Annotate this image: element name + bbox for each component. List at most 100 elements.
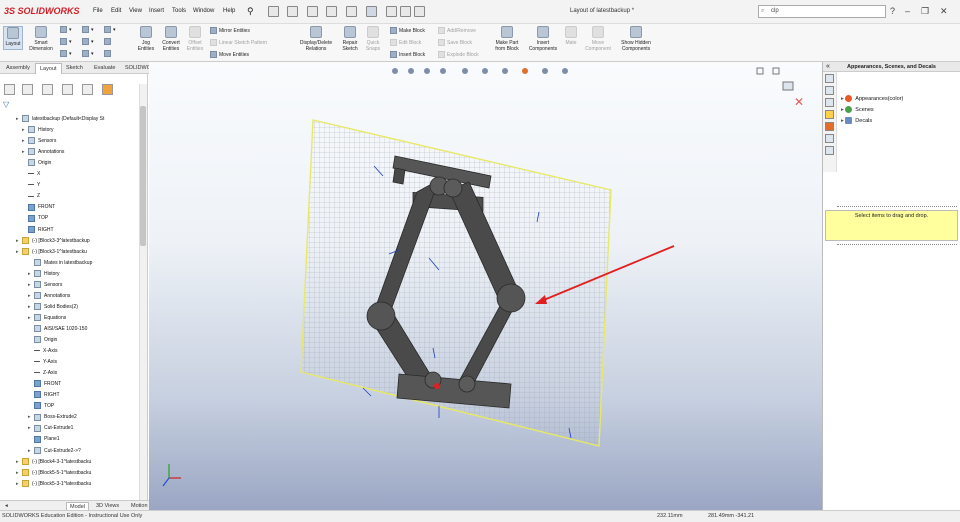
edit-appearance-icon[interactable]	[522, 68, 528, 74]
file-properties-icon[interactable]	[400, 6, 411, 17]
configuration-manager-icon[interactable]	[42, 84, 53, 95]
add-remove-button[interactable]: Add/Remove	[438, 27, 476, 34]
property-manager-icon[interactable]	[22, 84, 33, 95]
tree-item[interactable]: Origin	[22, 158, 51, 168]
tree-item[interactable]: Z-Axis	[28, 368, 57, 378]
tree-item[interactable]: RIGHT	[28, 390, 60, 400]
tab-assembly[interactable]: Assembly	[2, 63, 34, 74]
tree-item[interactable]: TOP	[22, 213, 48, 223]
select-icon[interactable]	[366, 6, 377, 17]
rectangle-tool[interactable]: ▾	[60, 38, 72, 45]
tree-item[interactable]: ▸ Cut-Extrude1	[28, 423, 73, 433]
tree-item[interactable]: Plane1	[28, 434, 60, 444]
task-pane-divider-lower[interactable]	[837, 244, 957, 245]
close-icon[interactable]: ✕	[940, 6, 948, 17]
appearances-item[interactable]: ▸ Appearances(color)	[841, 95, 903, 102]
feature-manager-icon[interactable]	[4, 84, 15, 95]
zoom-to-fit-icon[interactable]	[392, 68, 398, 74]
tree-item[interactable]: Y-Axis	[28, 357, 57, 367]
viewport-minimize-icon[interactable]	[756, 67, 764, 75]
tree-item[interactable]: ▸ (-) [Block3-1^latestbacku	[16, 247, 87, 257]
help-icon[interactable]: ?	[890, 6, 895, 16]
filter-icon[interactable]: ▽	[3, 100, 9, 109]
previous-view-icon[interactable]	[424, 68, 430, 74]
appearances-tab-icon[interactable]	[825, 122, 834, 131]
graphics-area[interactable]: ✕	[149, 62, 822, 510]
arc-tool[interactable]: ▾	[82, 26, 94, 33]
display-manager-icon[interactable]	[82, 84, 93, 95]
new-document-icon[interactable]	[268, 6, 279, 17]
pin-icon[interactable]: ⚲	[247, 6, 254, 17]
line-tool[interactable]: ▾	[60, 26, 72, 33]
file-explorer-icon[interactable]	[825, 98, 834, 107]
smart-dimension-button[interactable]: Smart Dimension	[26, 26, 56, 52]
custom-properties-icon[interactable]	[825, 134, 834, 143]
viewport-maximize-icon[interactable]	[772, 67, 780, 75]
show-hidden-components-button[interactable]: Show Hidden Components	[618, 26, 654, 52]
convert-entities-button[interactable]: Convert Entities	[158, 26, 184, 52]
tree-item[interactable]: AISI/SAE 1020-150	[28, 324, 87, 334]
model-canvas[interactable]: ✕	[149, 62, 822, 510]
tab-3d-views[interactable]: 3D Views	[93, 502, 122, 510]
view-orientation-icon[interactable]	[462, 68, 468, 74]
make-part-from-block-button[interactable]: Make Part from Block	[490, 26, 524, 52]
tree-item[interactable]: ▸ Sensors	[22, 136, 56, 146]
task-pane-divider[interactable]	[837, 206, 957, 207]
tree-item[interactable]: ▸ History	[22, 125, 54, 135]
tree-item[interactable]: ▸ History	[28, 269, 60, 279]
centerline-tool[interactable]	[104, 50, 113, 57]
tree-item[interactable]: ▸ Annotations	[28, 291, 70, 301]
tree-item[interactable]: ▸ (-) [Block5-3-1^latestbacku	[16, 479, 91, 489]
repair-sketch-button[interactable]: Repair Sketch	[339, 26, 361, 52]
edit-block-button[interactable]: Edit Block	[390, 39, 421, 46]
hide-show-items-icon[interactable]	[502, 68, 508, 74]
mate-button[interactable]: Mate	[562, 26, 580, 46]
open-icon[interactable]	[287, 6, 298, 17]
insert-block-button[interactable]: Insert Block	[390, 51, 425, 58]
cancel-icon[interactable]: ✕	[794, 95, 804, 109]
point-tool[interactable]: ▾	[82, 50, 94, 57]
tree-item[interactable]: X	[22, 169, 40, 179]
rebuild-icon[interactable]	[386, 6, 397, 17]
menu-help[interactable]: Help	[223, 8, 235, 14]
make-block-button[interactable]: Make Block	[390, 27, 425, 34]
apply-scene-icon[interactable]	[542, 68, 548, 74]
appearance-icon[interactable]	[102, 84, 113, 95]
tree-item[interactable]: ▸ Solid Bodies(2)	[28, 302, 78, 312]
tree-item[interactable]: FRONT	[28, 379, 61, 389]
tree-item[interactable]: ▸ Equations	[28, 313, 66, 323]
display-delete-relations-button[interactable]: Display/Delete Relations	[294, 26, 338, 52]
tree-item[interactable]: Origin	[28, 335, 57, 345]
tree-item[interactable]: ▸ (-) [Block3-3^latestbackup	[16, 236, 90, 246]
tab-evaluate[interactable]: Evaluate	[90, 63, 119, 74]
move-entities-button[interactable]: Move Entities	[210, 51, 249, 58]
tree-item[interactable]: ▸ Sensors	[28, 280, 62, 290]
tree-item[interactable]: ▸ Boss-Extrude2	[28, 412, 77, 422]
menu-tools[interactable]: Tools	[172, 8, 186, 14]
collapse-icon[interactable]: «	[826, 63, 830, 70]
minimize-icon[interactable]: –	[905, 6, 910, 16]
tree-item[interactable]: Y	[22, 180, 40, 190]
undo-icon[interactable]	[346, 6, 357, 17]
menu-view[interactable]: View	[129, 8, 142, 14]
jog-entities-button[interactable]: Jog Entities	[134, 26, 158, 52]
tree-item[interactable]: ▸ Cut-Extrude2->?	[28, 446, 81, 456]
options-icon[interactable]	[414, 6, 425, 17]
save-icon[interactable]	[307, 6, 318, 17]
mirror-entities-button[interactable]: Mirror Entities	[210, 27, 250, 34]
solidworks-resources-icon[interactable]	[825, 74, 834, 83]
scenes-item[interactable]: ▸ Scenes	[841, 106, 874, 113]
tree-item[interactable]: RIGHT	[22, 225, 54, 235]
tree-item[interactable]: FRONT	[22, 202, 55, 212]
jack-pivot-left[interactable]	[366, 301, 396, 331]
design-library-icon[interactable]	[825, 86, 834, 95]
tree-item[interactable]: ▸ (-) [Block5-5-1^latestbacku	[16, 468, 91, 478]
quick-snaps-button[interactable]: Quick Snaps	[362, 26, 384, 52]
tree-item[interactable]: ▸ (-) [Block4-3-1^latestbacku	[16, 457, 91, 467]
zoom-area-icon[interactable]	[408, 68, 414, 74]
tree-item[interactable]: Mates in latestbackup	[28, 258, 92, 268]
restore-icon[interactable]: ❐	[921, 6, 929, 17]
text-tool[interactable]	[104, 38, 113, 45]
dimxpert-icon[interactable]	[62, 84, 73, 95]
jack-pivot-right[interactable]	[496, 283, 526, 313]
